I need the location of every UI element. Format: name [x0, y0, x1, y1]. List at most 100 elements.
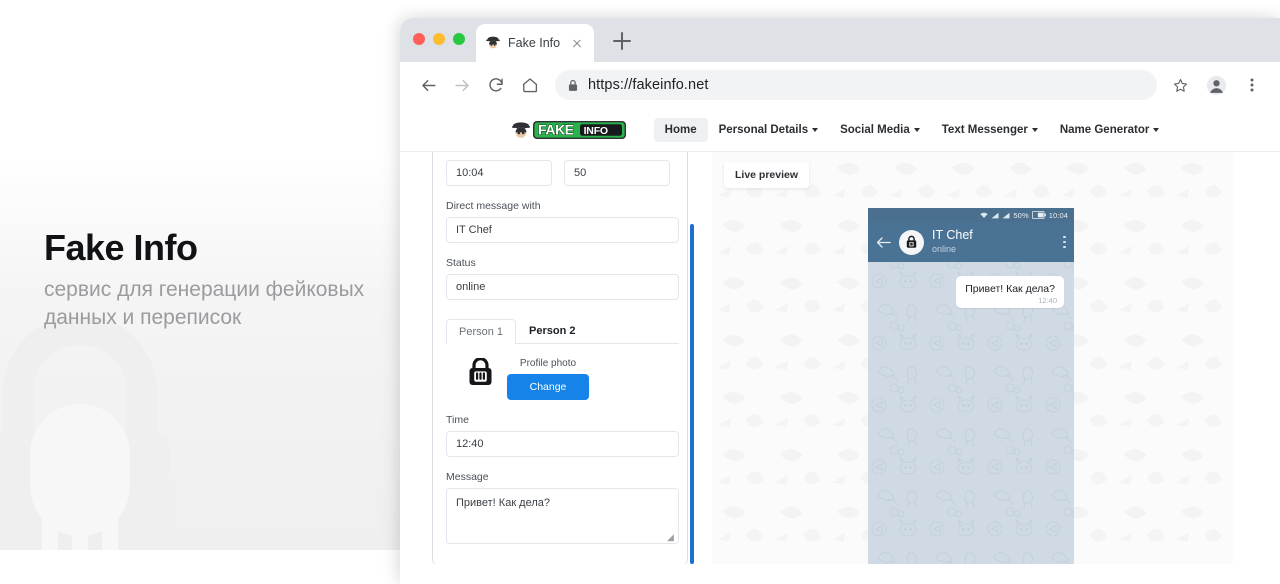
star-icon [1173, 78, 1187, 92]
avatar-icon [1206, 75, 1226, 95]
chat-bubble: Привет! Как дела? 12:40 [956, 276, 1064, 309]
phone-chat-area: Привет! Как дела? 12:40 [868, 262, 1074, 309]
browser-tabstrip: Fake Info [400, 18, 1280, 62]
nav-item-name-generator[interactable]: Name Generator [1049, 118, 1170, 142]
message-label: Message [446, 471, 489, 483]
battery-percent-text: 50% [1013, 210, 1029, 220]
chat-bubble-text: Привет! Как дела? [965, 283, 1055, 295]
address-bar[interactable]: https://fakeinfo.net [555, 70, 1157, 100]
peer-avatar[interactable] [899, 229, 924, 255]
lock-avatar-icon [469, 358, 492, 385]
nav-item-social-media[interactable]: Social Media [829, 118, 931, 142]
screenshot-root: Fake Info сервис для генерации фейковых … [0, 0, 1280, 584]
phone-status-bar: 50% 10:04 [868, 208, 1074, 222]
browser-tab[interactable]: Fake Info [476, 24, 594, 62]
address-bar-url: https://fakeinfo.net [588, 77, 709, 93]
peer-name: IT Chef [932, 227, 973, 242]
battery-icon [1031, 211, 1046, 219]
close-window-button[interactable] [413, 33, 425, 45]
svg-text:FAKE: FAKE [538, 121, 574, 137]
window-traffic-lights [413, 33, 465, 45]
wifi-icon [980, 212, 989, 218]
signal-bars-icon [991, 212, 999, 218]
message-textarea-value: Привет! Как дела? [456, 497, 551, 509]
home-icon [522, 78, 538, 93]
dm-name-input[interactable]: IT Chef [446, 217, 679, 243]
arrow-left-icon[interactable] [876, 236, 891, 249]
message-textarea[interactable]: Привет! Как дела? ◢ [446, 488, 679, 544]
browser-tab-title: Fake Info [508, 36, 561, 50]
profile-photo-block: Profile photo Change [446, 358, 686, 400]
resize-grip-icon[interactable]: ◢ [667, 533, 675, 542]
nav-item-label: Personal Details [718, 123, 809, 136]
profile-button[interactable] [1201, 70, 1231, 100]
form-scrollbar[interactable] [690, 224, 694, 564]
new-tab-button[interactable] [612, 31, 632, 51]
phone-menu-icon[interactable] [1063, 235, 1066, 249]
promo-text-block: Fake Info сервис для генерации фейковых … [44, 228, 374, 331]
home-button[interactable] [515, 70, 545, 100]
chat-bubble-time: 12:40 [1038, 296, 1057, 306]
nav-item-home[interactable]: Home [653, 117, 708, 142]
fakeinfo-logo-icon: FAKE INFO [511, 120, 626, 139]
message-time-input[interactable]: 12:40 [446, 431, 679, 457]
promo-subtitle: сервис для генерации фейковых данных и п… [44, 277, 365, 329]
top-row: 10:04 50 [446, 160, 686, 186]
live-preview-badge: Live preview [724, 162, 810, 188]
phone-preview: 50% 10:04 IT Chef online Привет! Как дел… [868, 208, 1074, 564]
minimize-window-button[interactable] [433, 33, 445, 45]
tab-person-1[interactable]: Person 1 [446, 319, 517, 344]
bookmark-button[interactable] [1165, 70, 1195, 100]
forward-button[interactable] [447, 70, 477, 100]
peer-info: IT Chef online [932, 227, 973, 255]
signal-bars-icon [1002, 212, 1010, 218]
browser-toolbar: https://fakeinfo.net [400, 62, 1280, 108]
reload-icon [489, 78, 503, 92]
lock-icon [568, 79, 578, 91]
phone-clock-input[interactable]: 10:04 [446, 160, 552, 186]
dm-label: Direct message with [446, 200, 541, 212]
profile-photo-label: Profile photo [519, 358, 577, 369]
phone-clock-text: 10:04 [1048, 210, 1068, 220]
status-input[interactable]: online [446, 274, 679, 300]
nav-item-label: Social Media [840, 123, 910, 136]
arrow-right-icon [454, 79, 469, 91]
chevron-down-icon [812, 128, 819, 132]
live-preview-column: Live preview 50% 10:04 IT Chef online Пр… [712, 152, 1233, 564]
status-label: Status [446, 257, 476, 269]
chevron-down-icon [1153, 128, 1160, 132]
settings-form-column: 10:04 50 Direct message with IT Chef Sta… [400, 152, 700, 564]
nav-item-label: Text Messenger [941, 123, 1028, 136]
message-time-label: Time [446, 414, 469, 426]
lock-icon [906, 235, 917, 248]
promo-title: Fake Info [44, 227, 198, 268]
peer-status: online [932, 243, 957, 254]
settings-form: 10:04 50 Direct message with IT Chef Sta… [446, 152, 686, 544]
arrow-left-icon [421, 79, 436, 91]
lock-watermark-icon [0, 318, 170, 550]
kebab-menu-icon [1250, 78, 1254, 92]
reload-button[interactable] [481, 70, 511, 100]
maximize-window-button[interactable] [453, 33, 465, 45]
change-photo-button[interactable]: Change [507, 374, 589, 400]
svg-text:INFO: INFO [583, 124, 607, 136]
back-button[interactable] [413, 70, 443, 100]
nav-item-text-messenger[interactable]: Text Messenger [931, 118, 1049, 142]
site-header: FAKE INFO Home Personal Details Social M… [400, 108, 1280, 152]
tab-person-2[interactable]: Person 2 [516, 318, 588, 343]
page-body: 10:04 50 Direct message with IT Chef Sta… [400, 152, 1280, 564]
person-tabs: Person 1 Person 2 [446, 318, 679, 344]
chevron-down-icon [1031, 128, 1038, 132]
toolbar-right-actions [1165, 70, 1267, 100]
profile-photo-controls: Profile photo Change [507, 358, 589, 400]
nav-item-personal-details[interactable]: Personal Details [708, 118, 829, 142]
browser-window: Fake Info https://fakeinfo.net FAKE INFO… [400, 18, 1280, 584]
nav-item-label: Name Generator [1059, 123, 1150, 136]
phone-chat-header: IT Chef online [868, 222, 1074, 262]
battery-level-input[interactable]: 50 [564, 160, 670, 186]
spy-favicon-icon [486, 36, 500, 49]
close-tab-icon[interactable] [569, 35, 585, 51]
browser-menu-button[interactable] [1237, 70, 1267, 100]
nav-item-label: Home [664, 123, 697, 136]
site-logo[interactable]: FAKE INFO [510, 119, 628, 141]
